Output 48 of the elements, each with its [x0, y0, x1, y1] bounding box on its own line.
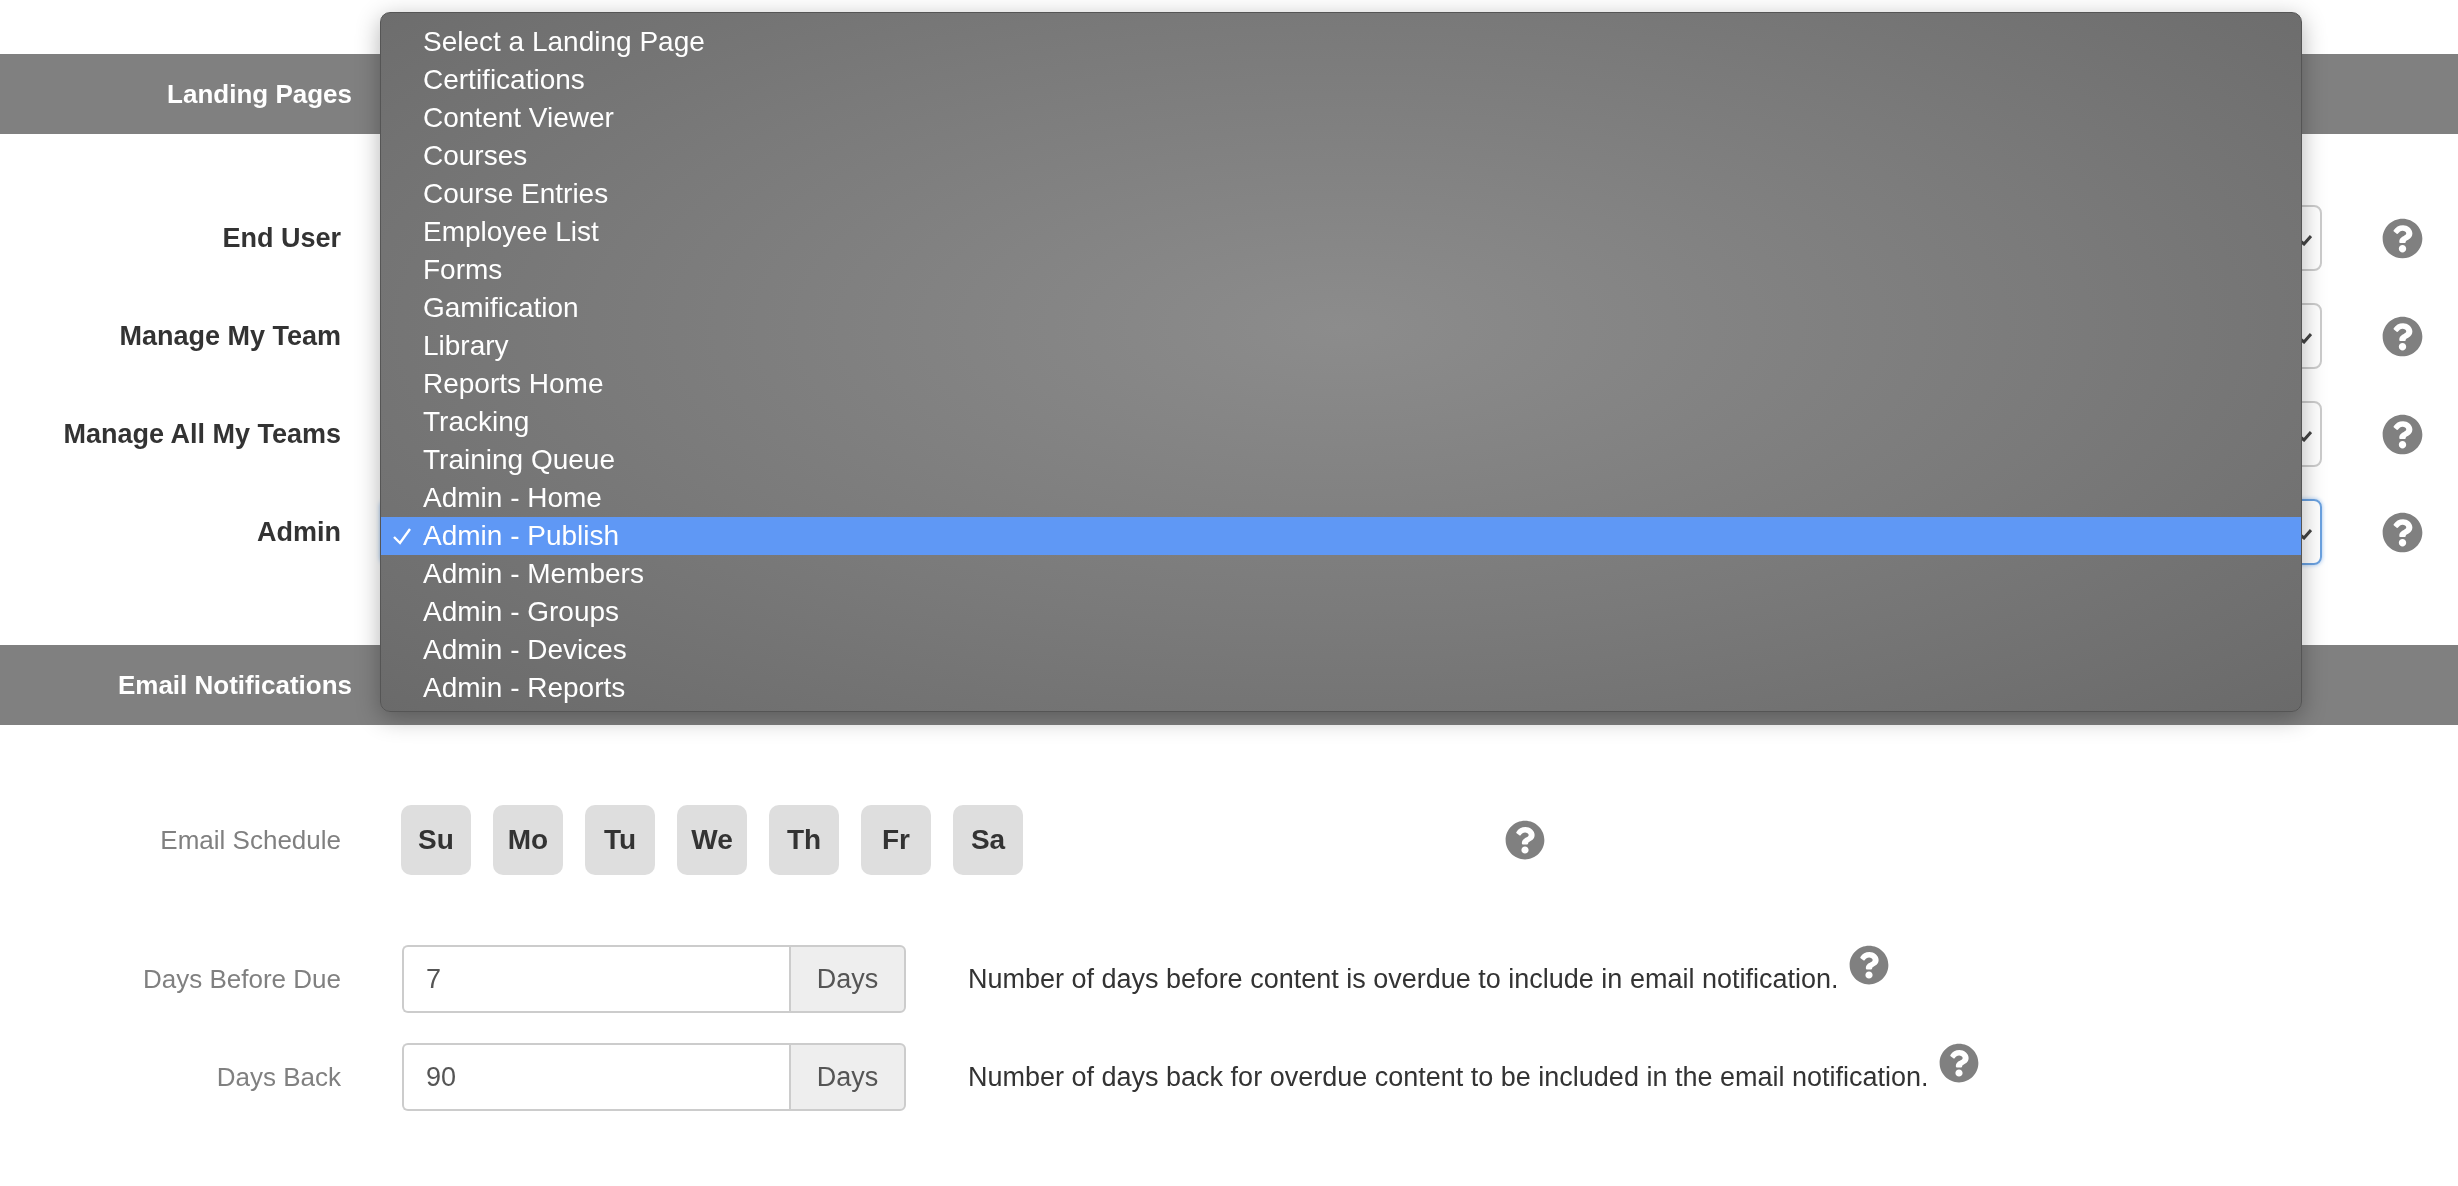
menu-option[interactable]: Gamification [381, 289, 2301, 327]
field-description: Number of days before content is overdue to include in email notification. [968, 963, 1839, 995]
day-toggle[interactable]: Mo [493, 805, 563, 875]
menu-option[interactable]: Reports Home [381, 365, 2301, 403]
day-toggle[interactable]: We [677, 805, 747, 875]
menu-option[interactable]: Select a Landing Page [381, 23, 2301, 61]
unit-label: Days [789, 1043, 906, 1111]
section-title: Email Notifications [116, 669, 352, 701]
section-title: Landing Pages [166, 78, 352, 110]
menu-option[interactable]: Admin - Reports [381, 669, 2301, 707]
menu-option[interactable]: Training Queue [381, 441, 2301, 479]
menu-option[interactable]: Admin - Members [381, 555, 2301, 593]
menu-option[interactable]: Forms [381, 251, 2301, 289]
menu-option[interactable]: Tracking [381, 403, 2301, 441]
day-toggle[interactable]: Su [401, 805, 471, 875]
menu-option[interactable]: Admin - Devices [381, 631, 2301, 669]
field-label: Manage All My Teams [62, 418, 341, 450]
help-icon[interactable] [1848, 945, 1889, 985]
menu-option[interactable]: Admin - Home [381, 479, 2301, 517]
help-icon[interactable] [2382, 217, 2423, 259]
help-icon[interactable] [1938, 1043, 1979, 1083]
menu-option[interactable]: Course Entries [381, 175, 2301, 213]
day-toggle[interactable]: Sa [953, 805, 1023, 875]
menu-option[interactable]: Courses [381, 137, 2301, 175]
field-label: End User [221, 222, 341, 254]
day-toggle[interactable]: Tu [585, 805, 655, 875]
menu-option[interactable]: Employee List [381, 213, 2301, 251]
help-icon[interactable] [2382, 413, 2423, 455]
help-icon[interactable] [2382, 511, 2423, 553]
field-description: Number of days back for overdue content to be included in the email notification. [968, 1061, 1929, 1093]
day-toggle[interactable]: Th [769, 805, 839, 875]
check-icon [392, 526, 412, 546]
menu-option[interactable]: Content Viewer [381, 99, 2301, 137]
field-label: Manage My Team [118, 320, 341, 352]
menu-option[interactable]: Admin - Groups [381, 593, 2301, 631]
unit-label: Days [789, 945, 906, 1013]
menu-option[interactable]: Admin - Publish [381, 517, 2301, 555]
day-toggle[interactable]: Fr [861, 805, 931, 875]
number-field[interactable]: 7 [402, 945, 789, 1013]
field-label: Days Back [215, 1061, 341, 1093]
menu-option[interactable]: Certifications [381, 61, 2301, 99]
number-field[interactable]: 90 [402, 1043, 789, 1111]
menu-option[interactable]: Library [381, 327, 2301, 365]
help-icon[interactable] [1505, 820, 1545, 860]
field-label: Admin [256, 516, 341, 548]
field-label: Email Schedule [159, 824, 341, 856]
help-icon[interactable] [2382, 315, 2423, 357]
field-label: Days Before Due [142, 963, 341, 995]
